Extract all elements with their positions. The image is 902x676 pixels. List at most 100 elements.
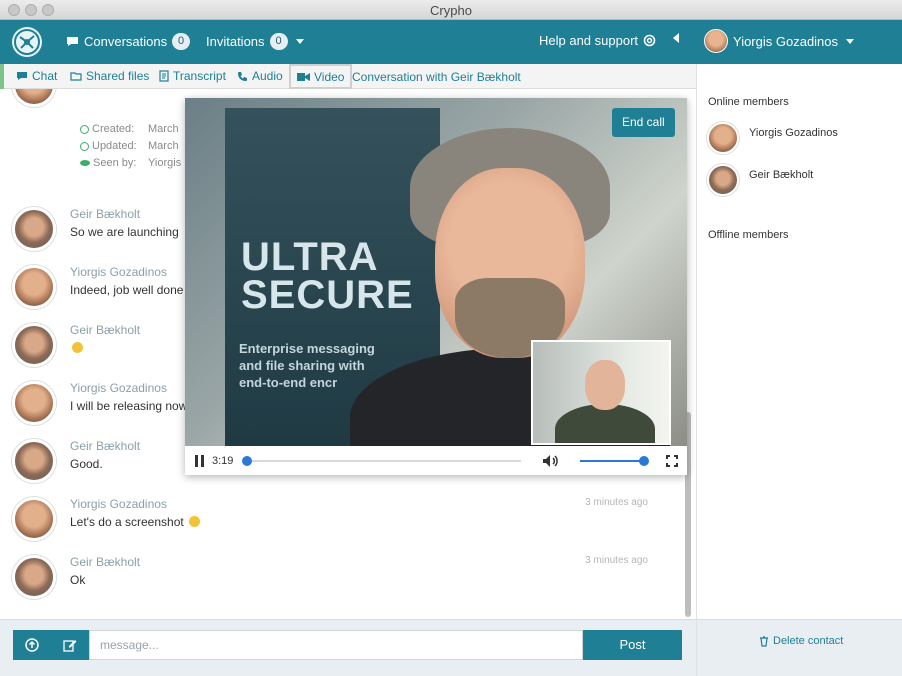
seen-value: Yiorgis [148, 157, 182, 169]
message-text [70, 341, 83, 355]
message-text: Ok [70, 573, 86, 587]
invitations-count-badge: 0 [269, 33, 288, 50]
message-timestamp: 3 minutes ago [585, 497, 648, 508]
chat-bubble-icon [17, 72, 27, 80]
smile-emoji-icon [72, 342, 83, 353]
message-text: So we are launching [70, 225, 179, 239]
avatar[interactable] [12, 381, 56, 425]
avatar[interactable] [12, 497, 56, 541]
video-camera-icon [297, 72, 310, 81]
message-timestamp: 3 minutes ago [585, 555, 648, 566]
tab-shared-files[interactable]: Shared files [70, 69, 149, 83]
updated-label: Updated: [92, 140, 137, 152]
edit-icon [63, 640, 77, 652]
tab-transcript-label: Transcript [173, 69, 226, 83]
pause-icon[interactable] [195, 455, 205, 467]
upload-button[interactable] [13, 630, 51, 660]
offline-members-header: Offline members [708, 229, 789, 241]
window-titlebar: Crypho [0, 0, 902, 20]
poster-sub-3: end-to-end encr [239, 375, 338, 390]
list-item: Yiorgis Gozadinos 3 minutes ago Let's do… [0, 497, 680, 547]
message-author[interactable]: Yiorgis Gozadinos [70, 381, 167, 395]
document-icon [159, 70, 169, 82]
video-time: 3:19 [212, 455, 234, 467]
phone-icon [238, 71, 247, 81]
collapse-panel-button[interactable] [672, 33, 680, 43]
poster-sub-2: and file sharing with [239, 358, 365, 373]
remote-video-stream[interactable]: ULTRA SECURE Enterprise messaging and file… [185, 98, 687, 446]
updated-value: March [148, 140, 179, 152]
avatar [707, 122, 739, 154]
triangle-left-icon [673, 33, 679, 43]
list-item: Geir Bækholt 3 minutes ago Ok [0, 555, 680, 605]
conversations-nav[interactable]: Conversations 0 [66, 33, 191, 50]
local-video-preview[interactable] [531, 340, 671, 445]
volume-track[interactable] [580, 460, 644, 462]
avatar[interactable] [12, 89, 56, 107]
tab-video[interactable]: Video [289, 64, 353, 89]
avatar[interactable] [12, 323, 56, 367]
message-updated: Updated: March [80, 140, 179, 152]
post-button[interactable]: Post [583, 630, 682, 660]
message-author[interactable]: Geir Bækholt [70, 323, 140, 337]
lifebuoy-icon [643, 34, 656, 47]
member-name: Geir Bækholt [749, 169, 814, 181]
user-avatar [704, 29, 728, 53]
created-value: March [148, 123, 179, 135]
tab-audio[interactable]: Audio [237, 69, 283, 83]
volume-handle[interactable] [639, 456, 649, 466]
message-seen-by: Seen by: Yiorgis [80, 157, 181, 169]
progress-track[interactable] [247, 460, 521, 462]
message-composer: Post [0, 619, 696, 676]
tab-chat-label: Chat [32, 69, 58, 83]
tab-audio-label: Audio [252, 69, 283, 83]
progress-handle[interactable] [242, 456, 252, 466]
avatar[interactable] [12, 265, 56, 309]
clock-icon [80, 124, 89, 134]
message-author[interactable]: Geir Bækholt [70, 207, 140, 221]
list-item[interactable]: Yiorgis Gozadinos [707, 122, 897, 156]
message-author[interactable]: Yiorgis Gozadinos [70, 265, 167, 279]
members-footer: Delete contact [696, 619, 902, 676]
tab-transcript[interactable]: Transcript [159, 69, 226, 83]
member-name: Yiorgis Gozadinos [749, 127, 838, 139]
invitations-nav[interactable]: Invitations 0 [206, 33, 304, 50]
conversation-toolbar: Chat Shared files Transcript Audio Video… [0, 64, 696, 89]
tab-shared-files-label: Shared files [86, 69, 150, 83]
avatar[interactable] [12, 439, 56, 483]
help-support-nav[interactable]: Help and support [539, 33, 656, 48]
avatar[interactable] [12, 555, 56, 599]
volume-icon[interactable] [542, 454, 560, 468]
poster-sub-1: Enterprise messaging [239, 341, 375, 356]
avatar [707, 164, 739, 196]
help-label: Help and support [539, 33, 639, 48]
message-text-content: Let's do a screenshot [70, 515, 184, 529]
crypho-logo-icon[interactable] [12, 27, 42, 57]
conversation-title: Conversation with Geir Bækholt [352, 70, 521, 84]
avatar[interactable] [12, 207, 56, 251]
user-menu[interactable]: Yiorgis Gozadinos [704, 29, 855, 53]
created-label: Created: [92, 123, 135, 135]
chat-bubble-icon [67, 37, 78, 46]
message-author[interactable]: Geir Bækholt [70, 439, 140, 453]
message-text: Let's do a screenshot [70, 515, 201, 529]
message-author[interactable]: Geir Bækholt [70, 555, 140, 569]
window-title: Crypho [430, 3, 472, 18]
folder-icon [70, 72, 82, 81]
fullscreen-icon[interactable] [666, 455, 678, 467]
delete-contact-button[interactable]: Delete contact [759, 635, 843, 647]
video-controls: 3:19 [185, 446, 687, 475]
conversations-label: Conversations [84, 34, 168, 49]
conversations-count-badge: 0 [172, 33, 191, 50]
message-text: Indeed, job well done [70, 283, 184, 297]
list-item[interactable]: Geir Bækholt [707, 164, 897, 198]
tab-chat[interactable]: Chat [16, 69, 57, 83]
end-call-button[interactable]: End call [612, 108, 675, 137]
video-call-window: ULTRA SECURE Enterprise messaging and file… [185, 98, 687, 475]
members-panel: Online members Yiorgis Gozadinos Geir Bæ… [696, 64, 902, 620]
message-input[interactable] [89, 630, 583, 660]
upload-icon [25, 638, 39, 652]
compose-button[interactable] [51, 630, 89, 660]
top-navigation: Conversations 0 Invitations 0 Help and s… [0, 20, 902, 64]
message-author[interactable]: Yiorgis Gozadinos [70, 497, 167, 511]
